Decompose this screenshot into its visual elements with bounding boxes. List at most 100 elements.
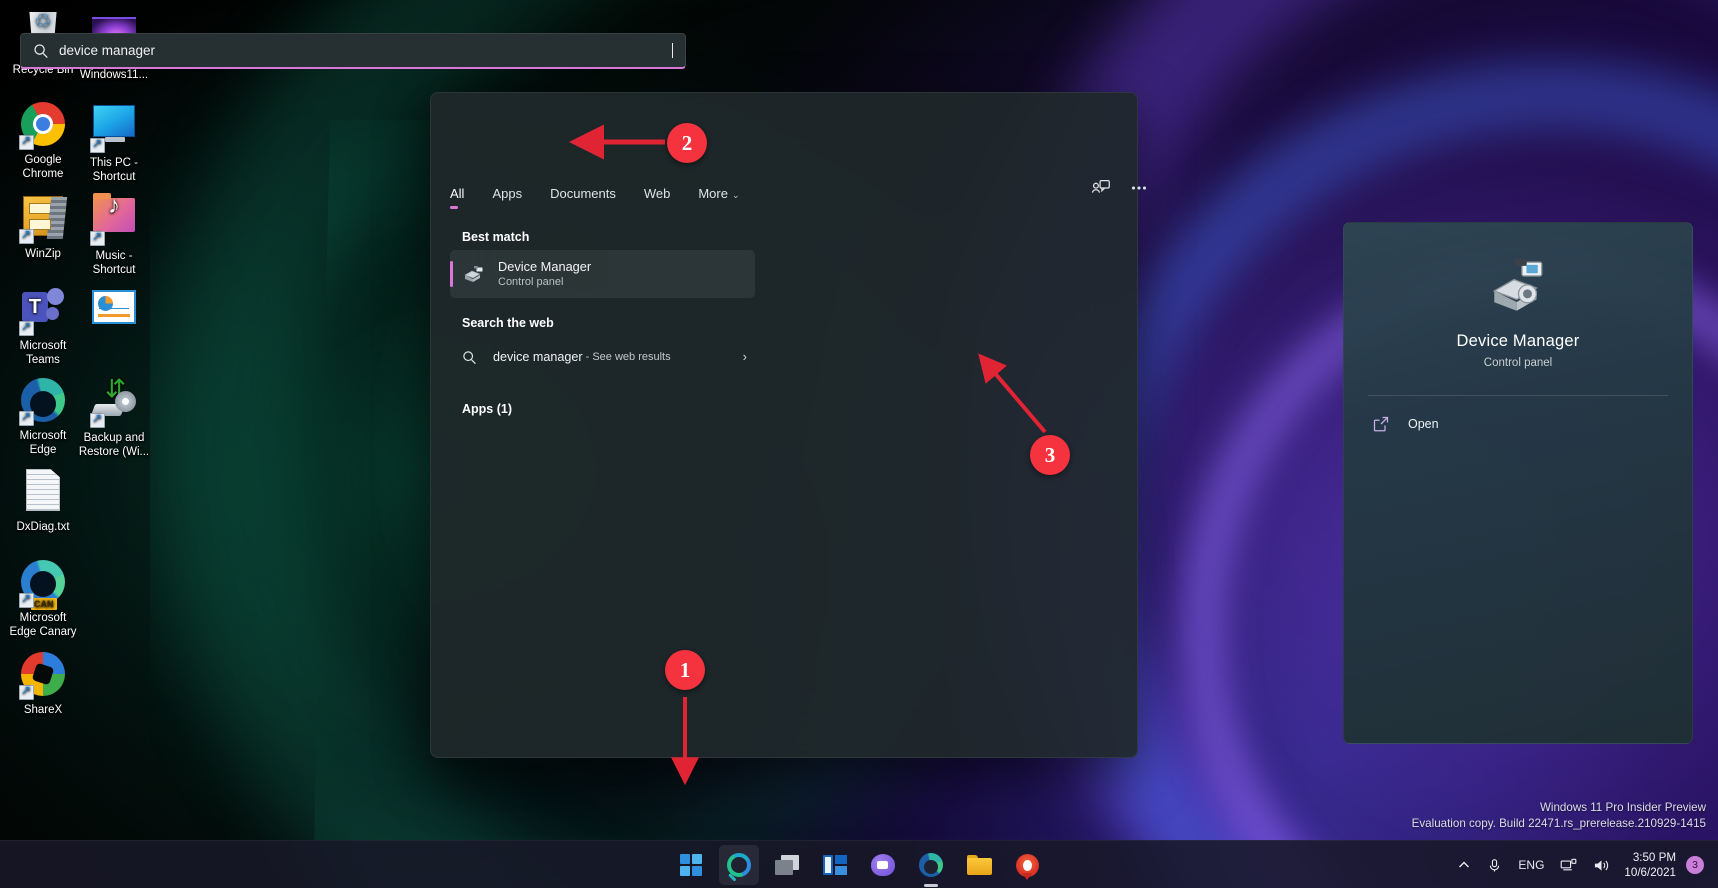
search-filter-tabs: All Apps Documents Web More ⌄ (450, 175, 1150, 213)
search-input[interactable] (59, 43, 673, 58)
shortcut-arrow-icon (19, 409, 34, 426)
desktop-icon-winzip[interactable]: WinZip (5, 192, 81, 262)
sync-arrows-icon: ⇵ (105, 375, 126, 403)
language-indicator[interactable]: ENG (1510, 846, 1552, 884)
desktop-screen: Recycle Bin Windows11... Google Chrome T… (0, 0, 1718, 888)
control-panel-settings-icon (90, 290, 138, 338)
desktop-icon-label: DxDiag.txt (16, 521, 70, 533)
opera-button[interactable] (1007, 845, 1047, 885)
desktop-icon-control-panel-settings[interactable] (76, 284, 152, 342)
result-subtitle: Control panel (498, 276, 564, 288)
shortcut-arrow-icon (90, 136, 105, 153)
apps-heading: Apps (1) (462, 402, 512, 416)
chat-button[interactable] (863, 845, 903, 885)
desktop-icon-label: Music - Shortcut (92, 250, 136, 276)
watermark-line-1: Windows 11 Pro Insider Preview (1539, 801, 1706, 814)
result-item-device-manager[interactable]: Device Manager Control panel (450, 250, 755, 298)
google-chrome-icon (19, 102, 67, 150)
search-box[interactable] (20, 33, 686, 69)
desktop-icon-microsoft-edge[interactable]: Microsoft Edge (5, 376, 81, 457)
result-title: Device Manager (498, 259, 592, 274)
shortcut-arrow-icon (19, 133, 34, 150)
shortcut-arrow-icon (90, 229, 105, 246)
tab-more[interactable]: More ⌄ (698, 180, 739, 209)
external-link-icon (1373, 416, 1389, 432)
teams-chat-icon (871, 854, 895, 876)
desktop-icon-google-chrome[interactable]: Google Chrome (5, 100, 81, 181)
preview-action-open[interactable]: Open (1364, 406, 1672, 442)
desktop-icon-music[interactable]: Music - Shortcut (76, 192, 152, 277)
this-pc-icon (90, 105, 138, 153)
network-icon (1561, 858, 1577, 870)
desktop-icon-label: Microsoft Edge Canary (9, 612, 77, 638)
preview-title: Device Manager (1456, 332, 1580, 350)
search-results-list: Best match Device Manager Control panel … (450, 222, 755, 742)
desktop-icon-label: Microsoft Edge (19, 430, 67, 456)
tab-label: Web (643, 185, 671, 201)
tab-label: Apps (492, 185, 523, 201)
desktop-icon-sharex[interactable]: ShareX (5, 650, 81, 718)
search-button[interactable] (719, 845, 759, 885)
search-icon (463, 350, 476, 364)
desktop-icon-microsoft-teams[interactable]: Microsoft Teams (5, 284, 81, 367)
feedback-icon[interactable] (1090, 177, 1112, 199)
tab-label: All (450, 185, 465, 201)
desktop-icon-microsoft-edge-canary[interactable]: CAN Microsoft Edge Canary (5, 558, 81, 639)
desktop-icon-dxdiag-txt[interactable]: DxDiag.txt (5, 466, 81, 535)
task-view-icon (775, 855, 799, 875)
file-explorer-button[interactable] (959, 845, 999, 885)
search-header-actions (1090, 177, 1150, 199)
backup-and-restore-icon: ⇵ (90, 375, 138, 428)
text-caret (672, 43, 673, 58)
shortcut-arrow-icon (19, 319, 34, 336)
microphone-button[interactable] (1479, 846, 1510, 884)
chevron-right-icon: › (742, 349, 747, 364)
desktop-icon-label: ShareX (23, 704, 63, 716)
shortcut-arrow-icon (19, 227, 34, 244)
desktop-icon-label: Backup and Restore (Wi... (78, 432, 150, 458)
tab-web[interactable]: Web (644, 180, 671, 209)
widgets-button[interactable] (815, 845, 855, 885)
desktop-icon-label: WinZip (25, 248, 61, 260)
desktop-icon-backup-and-restore[interactable]: ⇵ Backup and Restore (Wi... (76, 376, 152, 459)
network-button[interactable] (1552, 846, 1585, 884)
widgets-icon (823, 855, 847, 875)
microphone-icon (1490, 858, 1500, 871)
edge-button[interactable] (911, 845, 951, 885)
canary-badge: CAN (31, 598, 57, 610)
microsoft-edge-icon (919, 853, 943, 877)
device-manager-icon (462, 262, 486, 286)
show-hidden-icons-button[interactable] (1449, 846, 1479, 884)
web-result-suffix: - See web results (585, 351, 671, 363)
notification-badge[interactable]: 3 (1686, 856, 1704, 874)
desktop-icon-label: Google Chrome (22, 154, 64, 180)
best-match-heading: Best match (462, 230, 530, 244)
annotation-marker-2: 2 (667, 123, 707, 163)
device-manager-icon (1486, 258, 1550, 314)
volume-button[interactable] (1585, 846, 1618, 884)
opera-icon (1015, 853, 1039, 880)
shortcut-arrow-icon (19, 591, 34, 608)
microsoft-edge-icon (19, 378, 67, 426)
desktop-icon-this-pc[interactable]: This PC - Shortcut (76, 100, 152, 184)
chevron-up-icon (1459, 861, 1470, 868)
search-the-web-heading: Search the web (462, 316, 554, 330)
taskbar-center-group (671, 841, 1047, 888)
music-folder-icon (90, 193, 138, 246)
divider (1368, 395, 1668, 396)
start-button[interactable] (671, 845, 711, 885)
desktop-icon-label: Microsoft Teams (19, 340, 67, 366)
system-tray: ENG 3:50 PM 10/6/2021 3 (1449, 841, 1708, 888)
tab-apps[interactable]: Apps (492, 180, 522, 209)
text-file-icon (19, 469, 67, 517)
tab-label: Documents (550, 185, 616, 201)
result-item-web-search[interactable]: device manager - See web results › (450, 336, 755, 378)
task-view-button[interactable] (767, 845, 807, 885)
tab-all[interactable]: All (450, 180, 464, 209)
clock-button[interactable]: 3:50 PM 10/6/2021 (1618, 850, 1686, 880)
tab-documents[interactable]: Documents (550, 180, 616, 209)
desktop-icon-label: Windows11... (79, 69, 149, 81)
preview-subtitle: Control panel (1483, 357, 1553, 369)
tab-label: More (698, 185, 728, 201)
more-options-icon[interactable] (1128, 177, 1150, 199)
